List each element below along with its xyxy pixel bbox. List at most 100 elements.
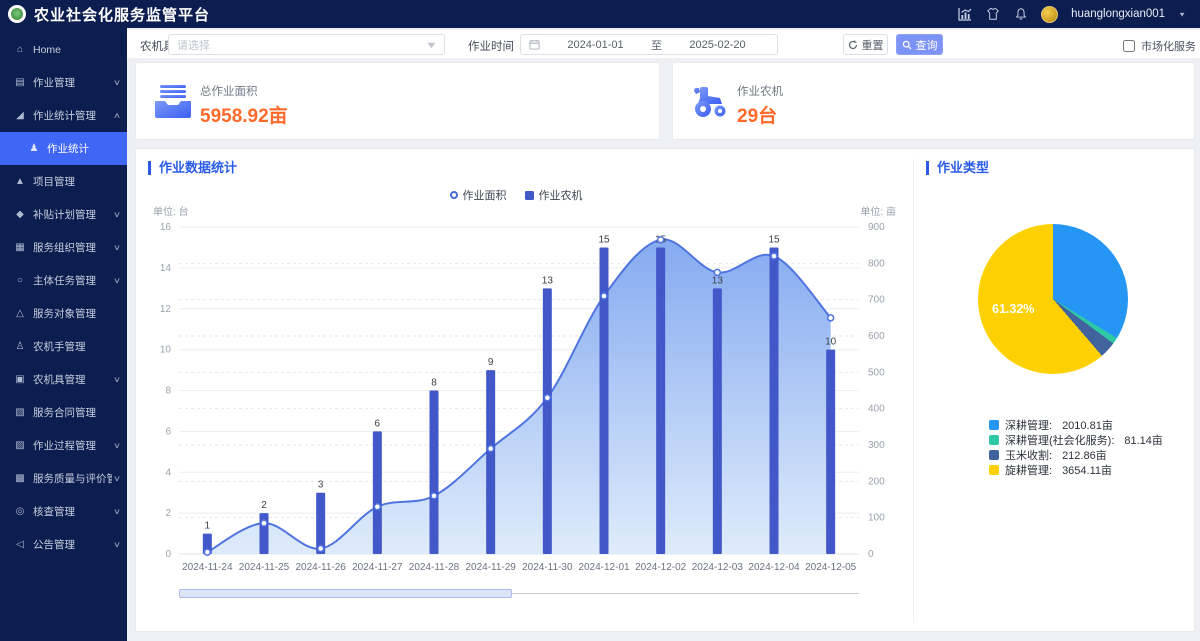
time-filter-label: 作业时间 [468, 38, 514, 54]
sidebar-item-项目管理[interactable]: ▲项目管理 [0, 165, 127, 198]
pie-legend-name: 玉米收割: [1005, 447, 1052, 463]
sidebar-item-公告管理[interactable]: ◁公告管理∨ [0, 528, 127, 561]
pie-legend-item[interactable]: 深耕管理(社会化服务):81.14亩 [989, 434, 1163, 445]
subsidy-icon: ◆ [13, 209, 27, 220]
line-point[interactable] [828, 315, 834, 321]
bar[interactable] [373, 431, 382, 554]
organization-icon: ▦ [13, 242, 27, 253]
chevron-down-icon: ∨ [113, 375, 121, 384]
inspection-icon: ◎ [13, 506, 27, 517]
pie-legend-item[interactable]: 深耕管理:2010.81亩 [989, 419, 1163, 430]
bell-icon[interactable] [1013, 7, 1028, 22]
sidebar-item-作业统计管理[interactable]: ◢作业统计管理∧ [0, 99, 127, 132]
chevron-down-icon: ∨ [113, 474, 121, 483]
task-icon: ○ [13, 275, 27, 286]
pie-chart[interactable]: 61.32% [978, 224, 1128, 374]
machine-select[interactable]: 请选择 ▼ [168, 34, 445, 55]
bar[interactable] [543, 288, 552, 554]
sidebar-item-Home[interactable]: ⌂Home [0, 33, 127, 66]
svg-text:900: 900 [868, 222, 885, 233]
search-button[interactable]: 查询 [896, 34, 943, 55]
sidebar-item-主体任务管理[interactable]: ○主体任务管理∨ [0, 264, 127, 297]
sidebar-item-农机具管理[interactable]: ▣农机具管理∨ [0, 363, 127, 396]
reset-button[interactable]: 重置 [843, 34, 888, 55]
svg-text:0: 0 [165, 549, 171, 560]
line-point[interactable] [488, 446, 494, 452]
inbox-icon [153, 84, 193, 120]
area-fill [207, 239, 830, 554]
user-avatar[interactable] [1041, 6, 1058, 23]
line-legend-marker-icon [450, 191, 458, 199]
bar[interactable] [826, 350, 835, 554]
sidebar-item-label: 服务合同管理 [33, 405, 120, 420]
pie-legend-item[interactable]: 玉米收割:212.86亩 [989, 449, 1163, 460]
bar[interactable] [656, 247, 665, 554]
bar[interactable] [486, 370, 495, 554]
bar[interactable] [713, 288, 722, 554]
left-axis-unit: 单位: 台 [153, 205, 189, 218]
chart-zoom-slider[interactable] [179, 589, 859, 598]
sidebar-item-label: 农机具管理 [33, 372, 112, 387]
pie-legend-marker-icon [989, 435, 999, 445]
theme-icon[interactable] [985, 7, 1000, 22]
date-range-picker[interactable]: 2024-01-01 至 2025-02-20 [520, 34, 778, 55]
pie-legend-marker-icon [989, 465, 999, 475]
x-axis-label: 2024-11-29 [465, 562, 516, 573]
line-point[interactable] [204, 549, 210, 555]
x-axis-label: 2024-12-02 [635, 562, 687, 573]
chevron-up-icon: ∧ [113, 111, 121, 120]
line-point[interactable] [771, 253, 777, 259]
combo-chart-svg: 1236891315151315100246810121416010020030… [148, 205, 896, 583]
date-end-value[interactable]: 2025-02-20 [666, 39, 769, 51]
sidebar-item-作业统计[interactable]: ♟作业统计 [0, 132, 127, 165]
line-point[interactable] [431, 493, 437, 499]
line-point[interactable] [374, 504, 380, 510]
pie-legend-item[interactable]: 旋耕管理:3654.11亩 [989, 464, 1163, 475]
bar[interactable] [260, 513, 269, 554]
market-service-checkbox[interactable]: 市场化服务 [1123, 38, 1196, 54]
sidebar-item-服务质量与评价管理[interactable]: ▩服务质量与评价管理∨ [0, 462, 127, 495]
line-point[interactable] [261, 520, 267, 526]
pie-legend-name: 深耕管理: [1005, 417, 1052, 433]
date-start-value[interactable]: 2024-01-01 [544, 39, 647, 51]
chart-icon[interactable] [957, 7, 972, 22]
bar-value-label: 1 [205, 521, 211, 532]
sidebar-item-label: 主体任务管理 [33, 273, 112, 288]
bar[interactable] [430, 391, 439, 555]
sidebar-item-label: 服务质量与评价管理 [33, 471, 112, 486]
sidebar-item-服务对象管理[interactable]: △服务对象管理 [0, 297, 127, 330]
app-header: 农业社会化服务监管平台 huanglongxian001 ▼ [0, 0, 1200, 28]
username[interactable]: huanglongxian001 [1071, 8, 1165, 20]
pie-legend-marker-icon [989, 420, 999, 430]
svg-text:6: 6 [165, 426, 171, 437]
app-logo-icon [8, 5, 26, 23]
x-axis-label: 2024-11-27 [352, 562, 403, 573]
process-icon: ▨ [13, 440, 27, 451]
legend-item-area[interactable]: 作业面积 [450, 187, 507, 203]
stat-value: 29台 [737, 101, 777, 128]
line-point[interactable] [318, 546, 324, 552]
sidebar-item-核查管理[interactable]: ◎核查管理∨ [0, 495, 127, 528]
svg-text:8: 8 [165, 386, 171, 397]
bar-value-label: 13 [712, 275, 724, 286]
sidebar-item-label: 补贴计划管理 [33, 207, 112, 222]
sidebar-item-作业过程管理[interactable]: ▨作业过程管理∨ [0, 429, 127, 462]
line-point[interactable] [714, 269, 720, 275]
sidebar-item-作业管理[interactable]: ▤作业管理∨ [0, 66, 127, 99]
x-axis-label: 2024-11-25 [239, 562, 290, 573]
sidebar-item-服务合同管理[interactable]: ▧服务合同管理 [0, 396, 127, 429]
checkbox-input[interactable] [1123, 40, 1135, 52]
svg-text:12: 12 [160, 304, 172, 315]
pie-legend: 深耕管理:2010.81亩深耕管理(社会化服务):81.14亩玉米收割:212.… [989, 419, 1163, 475]
legend-item-machines[interactable]: 作业农机 [525, 187, 583, 203]
bar[interactable] [770, 247, 779, 554]
slider-thumb[interactable] [179, 589, 512, 598]
svg-text:700: 700 [868, 295, 885, 306]
sidebar-item-补贴计划管理[interactable]: ◆补贴计划管理∨ [0, 198, 127, 231]
line-point[interactable] [658, 237, 664, 243]
svg-text:100: 100 [868, 513, 885, 524]
line-point[interactable] [601, 293, 607, 299]
line-point[interactable] [544, 395, 550, 401]
sidebar-item-农机手管理[interactable]: ♙农机手管理 [0, 330, 127, 363]
sidebar-item-服务组织管理[interactable]: ▦服务组织管理∨ [0, 231, 127, 264]
